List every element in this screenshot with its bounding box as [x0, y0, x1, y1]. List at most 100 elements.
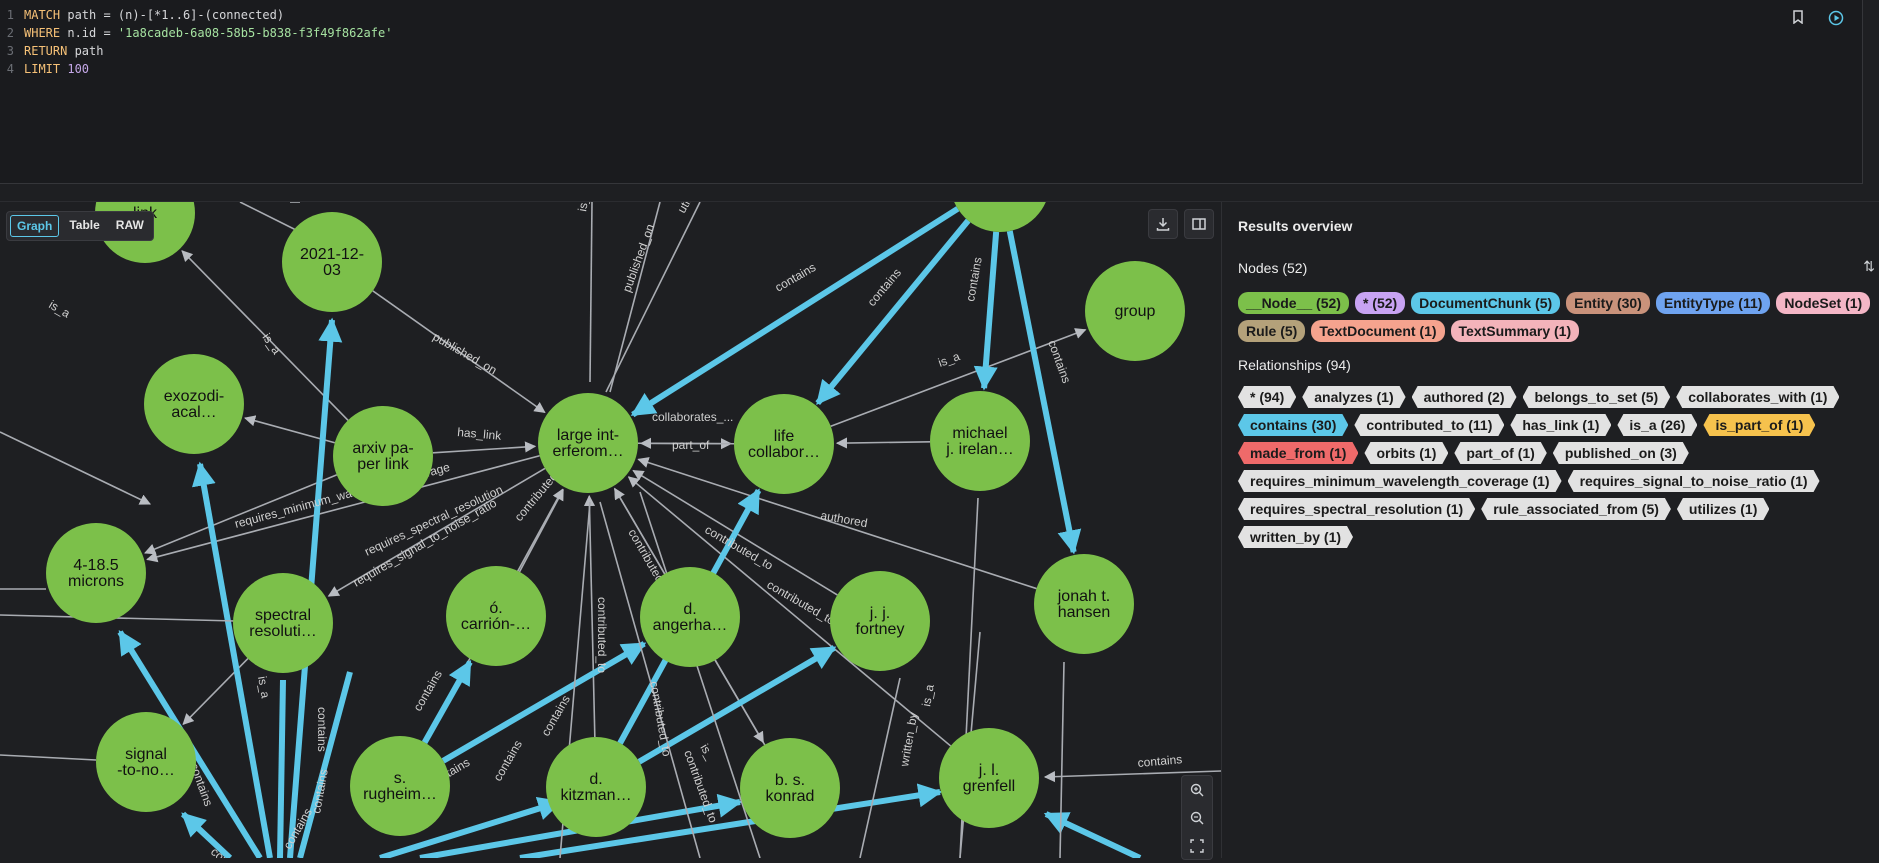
- node-label: arxiv pa-: [352, 440, 413, 457]
- node-label-chip[interactable]: DocumentChunk (5): [1411, 292, 1560, 314]
- graph-node[interactable]: d.kitzman…: [546, 737, 646, 837]
- download-icon[interactable]: [1148, 209, 1178, 239]
- node-label-chip[interactable]: NodeSet (1): [1776, 292, 1870, 314]
- node-label: d.: [589, 771, 602, 788]
- node-label-chip[interactable]: TextSummary (1): [1451, 320, 1580, 342]
- node-label-chips: __Node__ (52) * (52) DocumentChunk (5) Enti…: [1238, 292, 1878, 342]
- relationship-chip[interactable]: contributed_to (11): [1354, 414, 1504, 436]
- edge-label: contains: [309, 768, 331, 814]
- query-token: path = (n)-[*1..6]-(connected): [60, 8, 284, 22]
- graph-canvas[interactable]: is_ais_apublished_onpublished_onutilizis…: [0, 202, 1222, 858]
- graph-node[interactable]: j. l.grenfell: [939, 728, 1039, 828]
- edge-label: contains: [410, 668, 444, 714]
- edge-contains[interactable]: [280, 680, 283, 858]
- graph-node[interactable]: group: [1085, 261, 1185, 361]
- query-line[interactable]: 4LIMIT 100: [0, 60, 392, 78]
- edge-label: written_by: [897, 711, 920, 768]
- relationship-chip[interactable]: rule_associated_from (5): [1481, 498, 1671, 520]
- graph-node[interactable]: lifecollabor…: [734, 394, 834, 494]
- node-label-chip[interactable]: EntityType (11): [1656, 292, 1771, 314]
- tab-table[interactable]: Table: [63, 215, 105, 237]
- edge[interactable]: [590, 202, 592, 382]
- tab-graph[interactable]: Graph: [10, 215, 59, 237]
- query-line[interactable]: 1MATCH path = (n)-[*1..6]-(connected): [0, 6, 392, 24]
- zoom-out-icon[interactable]: [1182, 804, 1212, 832]
- node-label-chip[interactable]: __Node__ (52): [1238, 292, 1349, 314]
- edge[interactable]: [433, 446, 535, 452]
- bookmark-icon[interactable]: [1790, 10, 1806, 26]
- node-label: rugheim…: [363, 786, 437, 803]
- graph-node[interactable]: jonah t.hansen: [1034, 554, 1134, 654]
- relationship-chip[interactable]: published_on (3): [1553, 442, 1689, 464]
- graph-node[interactable]: d.angerha…: [640, 567, 740, 667]
- graph-node[interactable]: 2021-12-03: [282, 212, 382, 312]
- edge[interactable]: [589, 496, 595, 737]
- node-label: ó.: [489, 600, 502, 617]
- splitter[interactable]: [0, 184, 1879, 202]
- edge-contains[interactable]: [300, 672, 350, 858]
- graph-node[interactable]: michaelj. irelan…: [930, 391, 1030, 491]
- relationship-chip[interactable]: requires_spectral_resolution (1): [1238, 498, 1475, 520]
- graph-node[interactable]: ó.carrión-…: [446, 566, 546, 666]
- relationship-chip[interactable]: belongs_to_set (5): [1523, 386, 1671, 408]
- node-label: life: [774, 428, 795, 445]
- graph-node[interactable]: 4-18.5microns: [46, 523, 146, 623]
- edge[interactable]: [837, 442, 930, 443]
- graph-node[interactable]: j. j.fortney: [830, 571, 930, 671]
- graph-node[interactable]: arxiv pa-per link: [333, 406, 433, 506]
- node-label: j. l.: [978, 762, 999, 779]
- edge[interactable]: [0, 432, 150, 504]
- relationship-chip[interactable]: has_link (1): [1510, 414, 1611, 436]
- query-line[interactable]: 3RETURN path: [0, 42, 392, 60]
- node-label-chip[interactable]: Rule (5): [1238, 320, 1305, 342]
- relationship-chip[interactable]: utilizes (1): [1677, 498, 1769, 520]
- graph-node[interactable]: exozodi-acal…: [144, 354, 244, 454]
- graph-node[interactable]: spectralresoluti…: [233, 573, 333, 673]
- node-label-chip[interactable]: Entity (30): [1566, 292, 1650, 314]
- relationship-chip[interactable]: part_of (1): [1454, 442, 1546, 464]
- edge-label: is_: [697, 742, 717, 763]
- fit-view-icon[interactable]: [1182, 832, 1212, 860]
- node-label: hansen: [1058, 604, 1111, 621]
- node-label: 2021-12-: [300, 246, 364, 263]
- node-label-chip[interactable]: * (52): [1355, 292, 1405, 314]
- query-token: LIMIT: [24, 62, 60, 76]
- relationship-chip[interactable]: requires_signal_to_noise_ratio (1): [1568, 470, 1820, 492]
- graph-svg[interactable]: is_ais_apublished_onpublished_onutilizis…: [0, 202, 1221, 858]
- relationship-chip[interactable]: orbits (1): [1364, 442, 1448, 464]
- node-label-chip[interactable]: TextDocument (1): [1311, 320, 1444, 342]
- relationship-chip[interactable]: collaborates_with (1): [1676, 386, 1839, 408]
- relationship-chip[interactable]: analyzes (1): [1302, 386, 1405, 408]
- query-line[interactable]: 2WHERE n.id = '1a8cadeb-6a08-58b5-b838-f…: [0, 24, 392, 42]
- relationship-chip[interactable]: made_from (1): [1238, 442, 1358, 464]
- edge[interactable]: [145, 475, 337, 553]
- node-label: 03: [323, 262, 341, 279]
- edge[interactable]: [240, 202, 300, 232]
- tab-raw[interactable]: RAW: [110, 215, 150, 237]
- query-code[interactable]: 1MATCH path = (n)-[*1..6]-(connected)2WH…: [0, 6, 392, 78]
- relationship-chip[interactable]: is_part_of (1): [1703, 414, 1815, 436]
- relationship-chip[interactable]: * (94): [1238, 386, 1296, 408]
- zoom-in-icon[interactable]: [1182, 776, 1212, 804]
- query-editor[interactable]: 1MATCH path = (n)-[*1..6]-(connected)2WH…: [0, 0, 1863, 184]
- edge-contains[interactable]: [1010, 231, 1074, 552]
- relationship-chip[interactable]: is_a (26): [1617, 414, 1697, 436]
- relationship-chip[interactable]: requires_minimum_wavelength_coverage (1): [1238, 470, 1562, 492]
- graph-node[interactable]: signal-to-no…: [96, 712, 196, 812]
- relationship-chip[interactable]: authored (2): [1412, 386, 1517, 408]
- edge-label: contains: [315, 707, 329, 752]
- relationship-type-chips: * (94) analyzes (1) authored (2) belongs_to…: [1238, 386, 1878, 548]
- edge[interactable]: [860, 678, 900, 858]
- toggle-panel-icon[interactable]: [1184, 209, 1214, 239]
- graph-node[interactable]: large int-erferom…: [538, 393, 638, 493]
- run-query-icon[interactable]: [1828, 10, 1844, 26]
- graph-node[interactable]: s.rugheim…: [350, 736, 450, 836]
- relationship-chip[interactable]: contains (30): [1238, 414, 1348, 436]
- sort-icon[interactable]: ⇅: [1863, 258, 1875, 275]
- relationship-chip[interactable]: written_by (1): [1238, 526, 1353, 548]
- results-title: Results overview: [1238, 218, 1352, 234]
- graph-node[interactable]: b. s.konrad: [740, 738, 840, 838]
- edge[interactable]: [0, 755, 96, 760]
- edge[interactable]: [1060, 662, 1064, 858]
- node-label: grenfell: [963, 778, 1015, 795]
